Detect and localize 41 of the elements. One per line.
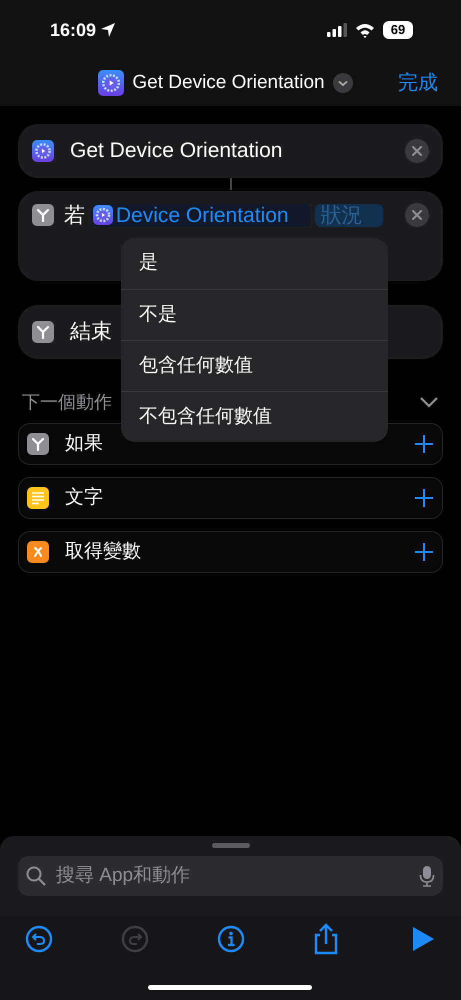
add-icon[interactable] xyxy=(414,434,434,454)
wifi-icon xyxy=(355,22,375,38)
add-icon[interactable] xyxy=(414,542,434,562)
action-title: Get Device Orientation xyxy=(70,138,282,164)
menu-item[interactable]: 不是 xyxy=(121,289,388,340)
branch-icon xyxy=(32,321,54,343)
action-title: 結束 xyxy=(70,319,112,346)
microphone-icon[interactable] xyxy=(419,865,435,887)
variable-token[interactable]: Device Orientation xyxy=(90,204,311,227)
branch-icon xyxy=(27,433,49,455)
search-input[interactable]: 搜尋 App和動作 xyxy=(54,860,411,892)
action-card[interactable]: Get Device Orientation xyxy=(18,124,443,178)
signal-icon xyxy=(327,23,347,37)
chevron-down-icon[interactable] xyxy=(419,395,439,409)
suggestion-label: 文字 xyxy=(65,486,103,510)
close-icon[interactable] xyxy=(405,203,429,227)
suggestion-label: 取得變數 xyxy=(65,540,141,564)
menu-item[interactable]: 不包含任何數值 xyxy=(121,391,388,442)
chevron-down-icon[interactable] xyxy=(332,73,353,93)
status-time: 16:09 xyxy=(50,18,96,42)
search-bar[interactable]: 搜尋 App和動作 xyxy=(18,856,443,896)
suggestion-row[interactable]: 文字 xyxy=(18,477,443,519)
battery-level: 69 xyxy=(383,21,413,39)
branch-icon xyxy=(32,204,54,226)
done-button[interactable]: 完成 xyxy=(396,67,439,99)
close-icon[interactable] xyxy=(405,139,429,163)
gear-icon xyxy=(32,140,54,162)
add-icon[interactable] xyxy=(414,488,434,508)
cross-icon xyxy=(27,541,49,563)
menu-item[interactable]: 包含任何數值 xyxy=(121,340,388,391)
lines-icon xyxy=(27,487,49,509)
location-arrow-icon xyxy=(100,22,116,38)
condition-keyword: 若 xyxy=(64,204,85,227)
suggestion-row[interactable]: 取得變數 xyxy=(18,531,443,573)
suggestion-label: 如果 xyxy=(65,432,103,456)
gear-icon xyxy=(92,205,113,225)
shortcut-title: Get Device Orientation xyxy=(132,70,325,95)
gear-icon xyxy=(98,70,124,96)
sheet-grabber[interactable] xyxy=(212,843,250,848)
search-icon xyxy=(26,866,46,886)
section-heading: 下一個動作 xyxy=(22,390,112,414)
